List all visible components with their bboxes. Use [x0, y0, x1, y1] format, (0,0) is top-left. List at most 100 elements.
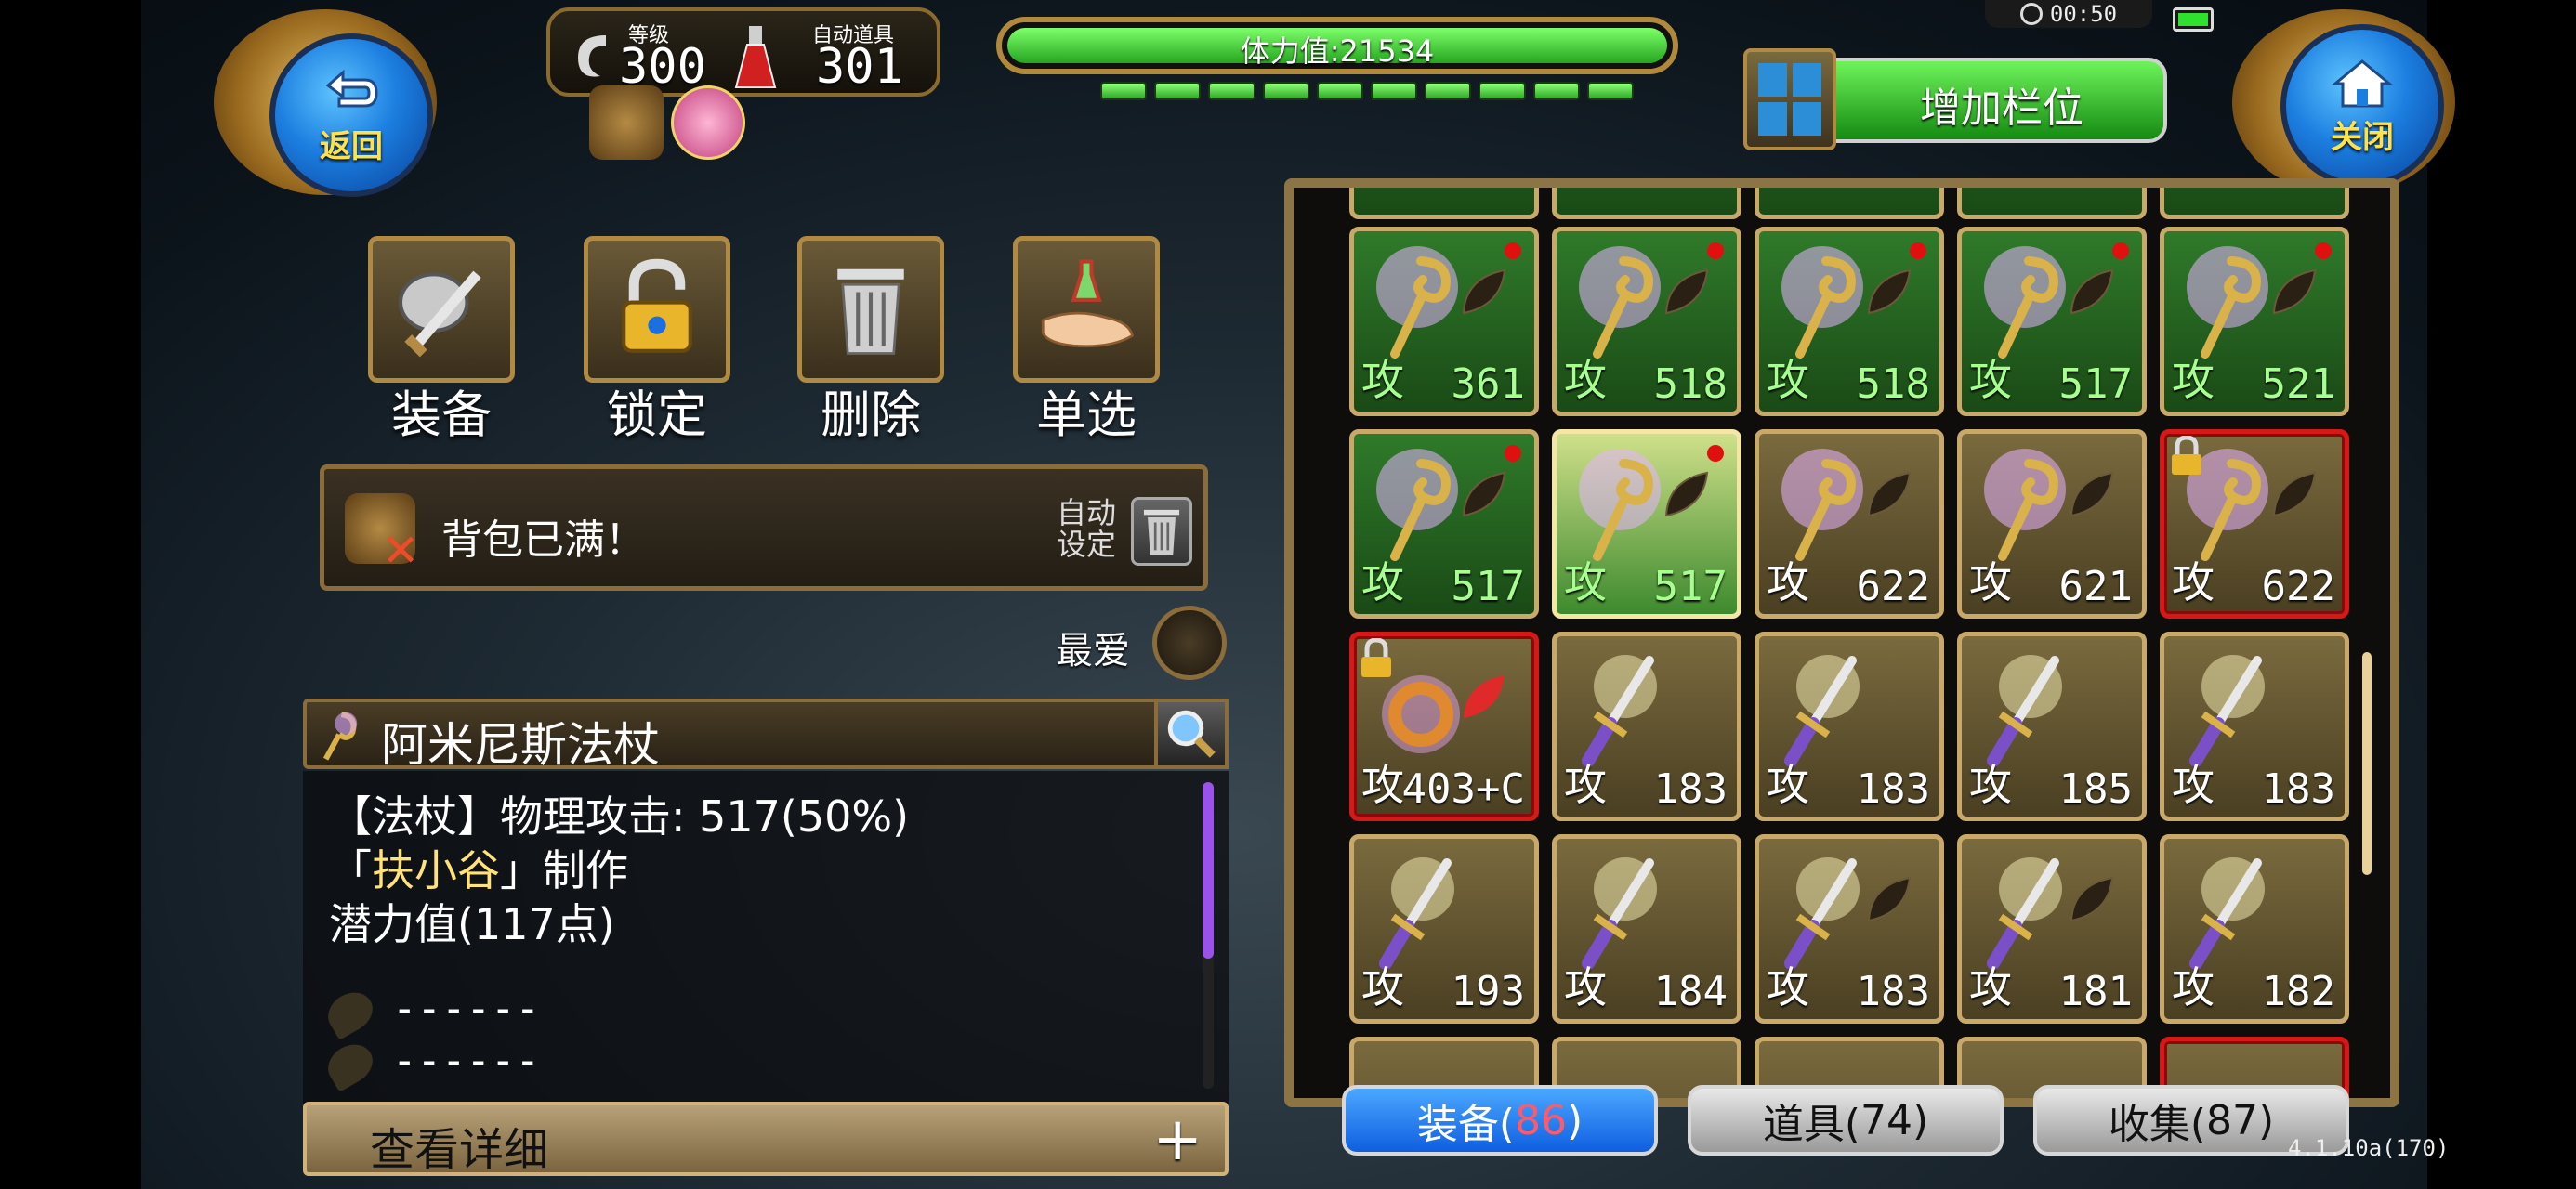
inventory-slot-partial[interactable] — [1755, 188, 1944, 219]
tab-2[interactable]: 道具(74) — [1688, 1085, 2004, 1156]
inventory-slot[interactable]: 攻 521 — [2160, 227, 2349, 416]
inventory-slot[interactable]: 攻 183 — [2160, 632, 2349, 821]
stamina-segment — [1316, 82, 1364, 100]
attack-label: 攻 — [1969, 557, 2012, 608]
action-button-1[interactable] — [368, 236, 515, 383]
attack-value: 185 — [2058, 765, 2133, 813]
inventory-slot[interactable]: 攻 403+C — [1349, 632, 1539, 821]
stamina-segment — [1479, 82, 1526, 100]
auto-line2: 设定 — [1057, 527, 1117, 562]
inventory-panel: 攻 361 攻 518 攻 518 攻 517 攻 521 攻 517 攻 517 攻 622 攻 621 攻 622… — [1284, 178, 2399, 1107]
attack-value: 518 — [1653, 360, 1728, 408]
version-label: 4.1.10a(170) — [2288, 1135, 2450, 1161]
action-button-3[interactable] — [797, 236, 944, 383]
attack-label: 攻 — [1767, 962, 1809, 1013]
attack-value: 182 — [2261, 968, 2335, 1015]
bag-icon[interactable] — [589, 85, 664, 160]
attack-label: 攻 — [1564, 760, 1607, 810]
attack-value: 181 — [2058, 968, 2133, 1015]
attack-label: 攻 — [1969, 962, 2012, 1013]
inventory-slot-partial[interactable] — [2160, 188, 2349, 219]
inventory-slot[interactable]: 攻 184 — [1552, 834, 1741, 1024]
seed-slot-icon — [2064, 265, 2120, 320]
stamina-segment — [1425, 82, 1472, 100]
inventory-slot[interactable]: 攻 183 — [1755, 834, 1944, 1024]
stamina-segment — [1208, 82, 1255, 100]
add-slot-button[interactable]: 增加栏位 — [1743, 48, 2167, 150]
auto-line1: 自动 — [1057, 495, 1117, 530]
stamina-bar-frame: 体力值:21534 — [996, 17, 1678, 74]
inventory-slot-partial[interactable] — [1349, 188, 1539, 219]
slot-grid-icon — [1743, 48, 1836, 150]
attack-label: 攻 — [2172, 760, 2215, 810]
attack-value: 361 — [1451, 360, 1525, 408]
inventory-slot-partial[interactable] — [1552, 188, 1741, 219]
tab-label: 道具( — [1762, 1101, 1860, 1148]
auto-delete-button[interactable] — [1131, 497, 1192, 566]
tab-close-paren: ) — [1567, 1096, 1584, 1144]
inventory-slot[interactable]: 攻 517 — [1957, 227, 2147, 416]
inventory-slot[interactable]: 攻 183 — [1552, 632, 1741, 821]
action-button-2[interactable] — [584, 236, 730, 383]
back-arrow-icon — [325, 69, 378, 107]
attack-label: 攻 — [2172, 557, 2215, 608]
attack-label: 攻 — [1969, 760, 2012, 810]
tab-count: 74 — [1860, 1096, 1912, 1144]
trash-icon — [820, 256, 922, 362]
inventory-slot[interactable]: 攻 193 — [1349, 834, 1539, 1024]
inventory-slot[interactable]: 攻 517 — [1552, 429, 1741, 619]
attack-value: 517 — [2058, 360, 2133, 408]
gift-icon[interactable] — [671, 85, 745, 160]
stamina-segments — [1100, 82, 1635, 106]
favorite-toggle[interactable] — [1152, 606, 1227, 680]
battery-icon — [2173, 7, 2214, 32]
maker-prefix: 「 — [329, 845, 372, 895]
action-label-1: 装备 — [391, 385, 492, 444]
inventory-slot[interactable]: 攻 183 — [1755, 632, 1944, 821]
attack-value: 517 — [1653, 563, 1728, 610]
inventory-slot[interactable]: 攻 622 — [1755, 429, 1944, 619]
inventory-slot[interactable]: 攻 518 — [1552, 227, 1741, 416]
view-detail-button[interactable]: 查看详细 + — [303, 1102, 1229, 1176]
clock-icon — [2019, 3, 2043, 25]
seed-slot-icon — [1861, 872, 1917, 928]
back-button[interactable]: 返回 — [269, 33, 433, 197]
tab-1[interactable]: 装备(86) — [1342, 1085, 1658, 1156]
action-label-4: 单选 — [1036, 385, 1137, 444]
inventory-slot[interactable]: 攻 517 — [1349, 429, 1539, 619]
tab-label: 收集( — [2108, 1101, 2206, 1148]
new-indicator-dot — [2112, 242, 2129, 259]
new-indicator-dot — [1910, 242, 1926, 259]
item-name: 阿米尼斯法杖 — [381, 718, 660, 772]
level-hud: 等级 300 自动道具 301 — [546, 7, 940, 97]
seed-slot-icon — [1861, 265, 1917, 320]
inventory-slot[interactable]: 攻 361 — [1349, 227, 1539, 416]
attack-label: 攻 — [1969, 355, 2012, 405]
inventory-slot[interactable]: 攻 185 — [1957, 632, 2147, 821]
inventory-slot[interactable]: 攻 621 — [1957, 429, 2147, 619]
item-detail-panel: 【法杖】物理攻击: 517(50%) 「扶小谷」制作 潜力值(117点) ---… — [303, 771, 1229, 1105]
search-button[interactable] — [1154, 699, 1229, 769]
attack-label: 攻 — [1767, 557, 1809, 608]
inventory-slot[interactable]: 攻 518 — [1755, 227, 1944, 416]
bag-full-panel: ✕ 背包已满！ 自动 设定 — [320, 464, 1208, 591]
detail-scroll-thumb[interactable] — [1203, 782, 1214, 959]
inventory-slot[interactable]: 攻 182 — [2160, 834, 2349, 1024]
detail-scrollbar[interactable] — [1203, 782, 1214, 1089]
seed-slot-icon — [1659, 467, 1715, 523]
inventory-slot[interactable]: 攻 622 — [2160, 429, 2349, 619]
stamina-segment — [1100, 82, 1148, 100]
close-button[interactable]: 关闭 — [2280, 24, 2444, 188]
inventory-slot[interactable]: 攻 181 — [1957, 834, 2147, 1024]
tab-label: 装备( — [1416, 1101, 1515, 1148]
hand-potion-icon — [1035, 256, 1137, 362]
bag-full-text: 背包已满！ — [441, 516, 646, 564]
attack-value: 622 — [2261, 563, 2335, 610]
action-button-4[interactable] — [1013, 236, 1160, 383]
left-letterbox — [0, 0, 141, 1189]
attack-label: 攻 — [1361, 557, 1404, 608]
inventory-scrollbar[interactable] — [2362, 652, 2372, 875]
inventory-slot-partial[interactable] — [1957, 188, 2147, 219]
action-label-3: 删除 — [821, 385, 921, 444]
game-screen: 返回 等级 300 自动道具 301 体力值:21534 00:50 增加栏位 … — [0, 0, 2576, 1189]
